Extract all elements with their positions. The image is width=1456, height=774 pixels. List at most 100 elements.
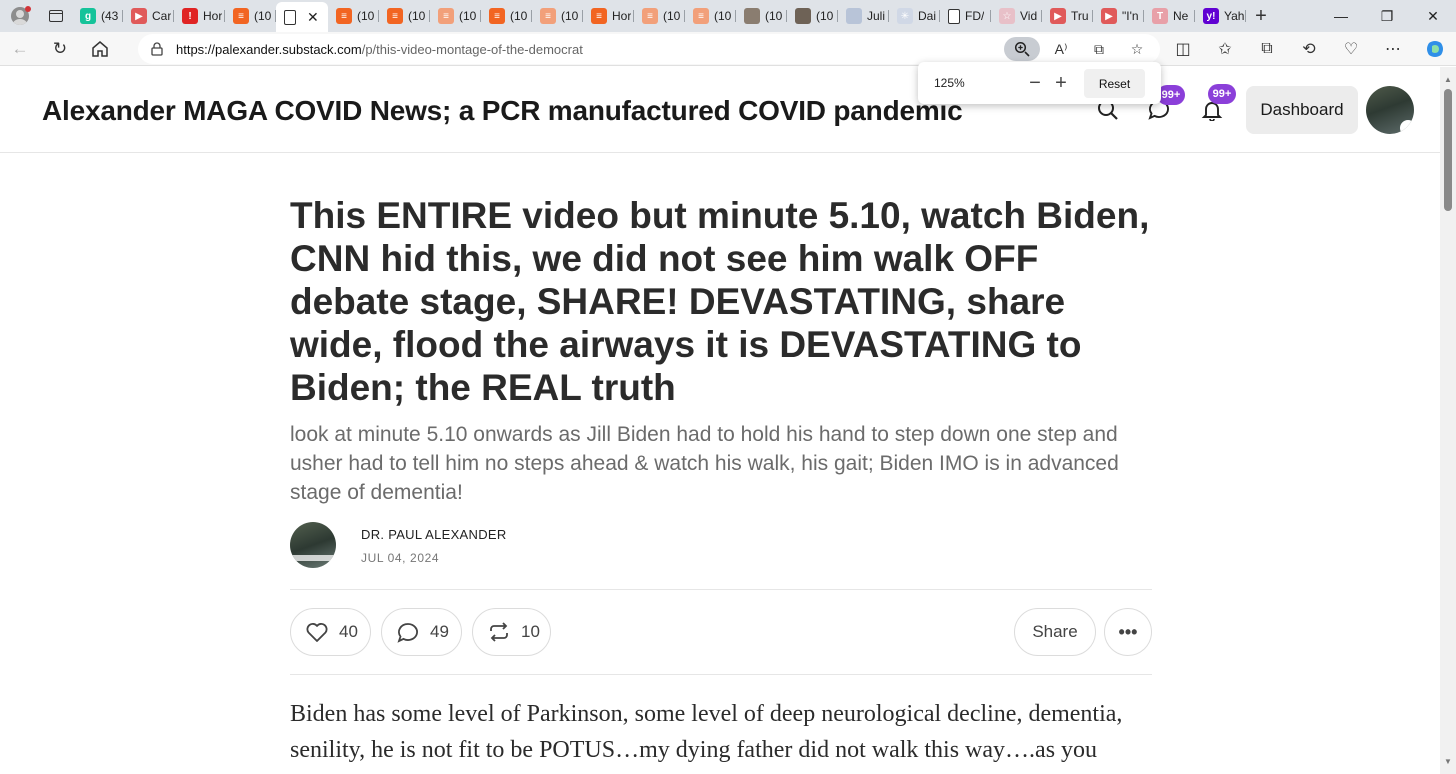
browser-tab[interactable]: y! Yah bbox=[1195, 3, 1246, 29]
tab-label: (10 bbox=[408, 9, 426, 23]
minimize-button[interactable]: — bbox=[1318, 0, 1364, 32]
grammarly-icon: g bbox=[80, 8, 96, 24]
url-text[interactable]: https://palexander.substack.com/p/this-v… bbox=[176, 42, 583, 57]
home-button[interactable] bbox=[80, 33, 120, 65]
close-window-button[interactable]: ✕ bbox=[1410, 0, 1456, 32]
tab-active[interactable]: ✕ bbox=[276, 2, 328, 32]
browser-tab[interactable]: ≡ (10 bbox=[685, 3, 736, 29]
browser-tab[interactable]: ▶ Car bbox=[123, 3, 174, 29]
zoom-reset-button[interactable]: Reset bbox=[1084, 69, 1145, 98]
collections-button[interactable]: ⧉ bbox=[1246, 40, 1288, 58]
share-button[interactable]: Share bbox=[1014, 608, 1096, 656]
post-body-text: Biden has some level of Parkinson, some … bbox=[290, 701, 1123, 763]
favorites-button[interactable]: ✩ bbox=[1204, 39, 1246, 59]
comment-button[interactable]: 49 bbox=[381, 608, 462, 656]
zoom-in-button[interactable]: + bbox=[1048, 70, 1074, 96]
like-button[interactable]: 40 bbox=[290, 608, 371, 656]
refresh-button[interactable]: ↻ bbox=[40, 33, 80, 65]
photo-icon bbox=[795, 8, 811, 24]
browser-tab[interactable]: ▶ Tru bbox=[1042, 3, 1093, 29]
profile-button[interactable] bbox=[0, 0, 40, 32]
tab-list: g (43 ▶ Car! Hor ≡ (10 ✕ ≡ (10 ≡ (10 ≡ (10 ≡ (10 ≡ (10 ≡ Ho… bbox=[72, 0, 1246, 32]
zoom-out-button[interactable]: − bbox=[1022, 70, 1048, 96]
favorite-button[interactable]: ☆ bbox=[1122, 37, 1152, 61]
browser-tab[interactable]: Juli bbox=[838, 3, 889, 29]
page-icon bbox=[948, 8, 960, 24]
browser-tab[interactable]: g (43 bbox=[72, 3, 123, 29]
browser-tab[interactable]: ≡ (10 bbox=[481, 3, 532, 29]
browser-tab[interactable]: ≡ (10 bbox=[430, 3, 481, 29]
browser-tab[interactable]: ≡ (10 bbox=[634, 3, 685, 29]
youtube-icon: ▶ bbox=[131, 8, 147, 24]
star-outline-icon: ☆ bbox=[1130, 40, 1144, 57]
address-bar[interactable]: https://palexander.substack.com/p/this-v… bbox=[138, 34, 1160, 64]
globe-icon bbox=[846, 8, 862, 24]
restore-button[interactable]: ❐ bbox=[1364, 0, 1410, 32]
window-controls: — ❐ ✕ bbox=[1318, 0, 1456, 32]
back-button[interactable]: ← bbox=[0, 33, 40, 65]
scroll-down-arrow-icon[interactable]: ▼ bbox=[1444, 757, 1452, 766]
history-button[interactable]: ⟲ bbox=[1288, 39, 1330, 59]
browser-tab[interactable]: ! Hor bbox=[174, 3, 225, 29]
author-name[interactable]: DR. PAUL ALEXANDER bbox=[361, 527, 507, 542]
restack-button[interactable]: 10 bbox=[472, 608, 551, 656]
settings-more-button[interactable]: ⋯ bbox=[1372, 39, 1414, 59]
more-options-button[interactable]: ••• bbox=[1104, 608, 1152, 656]
publication-header: Alexander MAGA COVID News; a PCR manufac… bbox=[0, 67, 1440, 153]
page-scrollbar[interactable]: ▲ ▼ bbox=[1440, 67, 1456, 774]
browser-tab[interactable]: (10 bbox=[736, 3, 787, 29]
star-icon: ☆ bbox=[999, 8, 1015, 24]
tab-label: (10 bbox=[816, 9, 834, 23]
browser-tab[interactable]: FD/ bbox=[940, 3, 991, 29]
browser-tab[interactable]: (10 bbox=[787, 3, 838, 29]
tab-label: Hor bbox=[203, 9, 223, 23]
browser-tab[interactable]: ☆ Vid bbox=[991, 3, 1042, 29]
publication-title[interactable]: Alexander MAGA COVID News; a PCR manufac… bbox=[42, 95, 963, 127]
copilot-icon bbox=[1427, 41, 1443, 57]
news-icon: T bbox=[1152, 8, 1168, 24]
copilot-button[interactable] bbox=[1414, 39, 1456, 59]
zoom-popup: 125% − + Reset bbox=[918, 62, 1161, 104]
tab-label: (10 bbox=[714, 9, 732, 23]
tab-label: (10 bbox=[663, 9, 681, 23]
browser-essentials-button[interactable]: ♡ bbox=[1330, 39, 1372, 59]
user-avatar[interactable]: ⌄ bbox=[1366, 86, 1414, 134]
ellipsis-icon: ••• bbox=[1118, 621, 1138, 642]
tab-label: Tru bbox=[1071, 9, 1089, 23]
tab-label: (10 bbox=[357, 9, 375, 23]
browser-tab[interactable]: ✳ Dai bbox=[889, 3, 940, 29]
browser-tab[interactable]: ≡ Hor bbox=[583, 3, 634, 29]
author-avatar[interactable] bbox=[290, 522, 336, 568]
youtube-icon: ▶ bbox=[1101, 8, 1117, 24]
zoom-indicator-button[interactable] bbox=[1004, 37, 1040, 61]
scroll-up-arrow-icon[interactable]: ▲ bbox=[1444, 75, 1452, 84]
close-tab-icon[interactable]: ✕ bbox=[307, 9, 319, 26]
read-aloud-button[interactable]: A⁾ bbox=[1046, 37, 1076, 61]
browser-tab[interactable]: T Ne bbox=[1144, 3, 1195, 29]
browser-tab[interactable]: ≡ (10 bbox=[379, 3, 430, 29]
zoom-level: 125% bbox=[934, 76, 965, 90]
tab-label: (43 bbox=[101, 9, 119, 23]
substack-icon: ≡ bbox=[642, 8, 658, 24]
substack-icon: ≡ bbox=[233, 8, 249, 24]
tab-label: FD/ bbox=[965, 9, 985, 23]
browser-tab[interactable]: ≡ (10 bbox=[328, 3, 379, 29]
new-tab-button[interactable]: + bbox=[1246, 5, 1276, 28]
browser-tab[interactable]: ≡ (10 bbox=[225, 3, 276, 29]
restack-count: 10 bbox=[521, 622, 540, 641]
tab-label: Dai bbox=[918, 9, 937, 23]
post-date: JUL 04, 2024 bbox=[361, 551, 440, 565]
lock-icon bbox=[138, 42, 176, 56]
scrollbar-thumb[interactable] bbox=[1444, 89, 1452, 211]
tab-label: Car bbox=[152, 9, 172, 23]
browser-tab[interactable]: ≡ (10 bbox=[532, 3, 583, 29]
tab-actions-button[interactable] bbox=[40, 0, 72, 32]
tab-label: (10 bbox=[765, 9, 783, 23]
tab-label: Hor bbox=[612, 9, 632, 23]
tab-label: (10 bbox=[561, 9, 579, 23]
split-screen-button[interactable]: ◫ bbox=[1162, 39, 1204, 59]
app-available-button[interactable]: ⧉ bbox=[1084, 37, 1114, 61]
browser-tab[interactable]: ▶ "I'n bbox=[1093, 3, 1144, 29]
url-domain: https://palexander.substack.com bbox=[176, 41, 362, 57]
dashboard-button[interactable]: Dashboard bbox=[1246, 86, 1358, 134]
